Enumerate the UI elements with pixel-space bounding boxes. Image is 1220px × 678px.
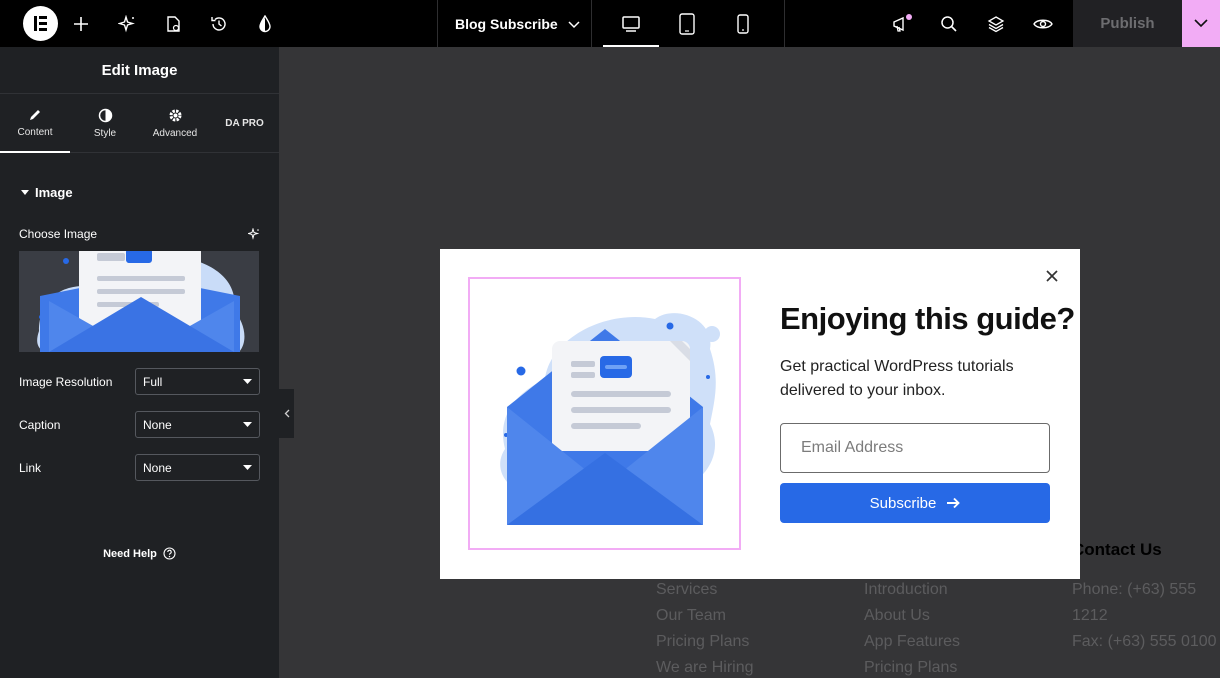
question-circle-icon	[163, 547, 176, 560]
page-settings-icon[interactable]	[150, 0, 196, 47]
gear-icon	[169, 109, 181, 121]
caption-control: Caption None	[19, 411, 260, 438]
footer-link[interactable]: Our Team	[656, 603, 754, 629]
subscribe-popup: Enjoying this guide? Get practical WordP…	[440, 249, 1080, 579]
email-placeholder: Email Address	[801, 439, 904, 456]
footer-contact-col: Phone: (+63) 555 1212 Fax: (+63) 555 010…	[1072, 577, 1220, 655]
page-selector[interactable]: Blog Subscribe	[437, 0, 592, 47]
section-toggle[interactable]: Image	[21, 185, 260, 200]
caption-select[interactable]: None	[135, 411, 260, 438]
chevron-down-icon	[1194, 19, 1208, 28]
arrow-right-icon	[947, 497, 961, 509]
popup-description: Get practical WordPress tutorials delive…	[780, 358, 1014, 399]
footer-link[interactable]: App Features	[864, 629, 960, 655]
tablet-view-button[interactable]	[659, 0, 715, 47]
image-thumbnail[interactable]	[19, 251, 259, 352]
choose-image-row: Choose Image	[19, 227, 260, 241]
publish-options-button[interactable]	[1182, 0, 1220, 47]
footer-link[interactable]: Pricing Plans	[864, 655, 960, 678]
top-bar: Blog Subscribe Publish	[0, 0, 1220, 47]
control-label: Link	[19, 460, 42, 475]
chevron-down-icon	[568, 16, 580, 32]
tab-advanced-label: Advanced	[152, 127, 198, 139]
choose-image-label: Choose Image	[19, 227, 98, 241]
tab-content-label: Content	[17, 127, 53, 138]
subscribe-label: Subscribe	[869, 494, 937, 512]
mobile-icon	[737, 13, 749, 34]
caret-down-icon	[243, 464, 252, 470]
tab-da-pro[interactable]: DA PRO	[210, 94, 279, 152]
mobile-view-button[interactable]	[715, 0, 771, 47]
section-title: Image	[35, 185, 73, 200]
collapse-panel-button[interactable]	[279, 389, 294, 438]
tab-style-label: Style	[93, 127, 117, 139]
notifications-megaphone-icon[interactable]	[878, 0, 925, 47]
elementor-logo-icon[interactable]	[23, 6, 58, 41]
email-field[interactable]: Email Address	[780, 423, 1050, 473]
desktop-view-button[interactable]	[603, 0, 659, 47]
popup-heading: Enjoying this guide?	[780, 301, 1075, 336]
tab-da-pro-label: DA PRO	[225, 117, 264, 129]
footer-link[interactable]: Pricing Plans	[656, 629, 754, 655]
footer-link[interactable]: Introduction	[864, 577, 960, 603]
half-circle-icon	[98, 108, 112, 122]
select-value: None	[143, 417, 172, 432]
select-value: None	[143, 460, 172, 475]
footer-contact-line: 1212	[1072, 607, 1108, 624]
select-value: Full	[143, 374, 163, 389]
tab-style[interactable]: Style	[70, 94, 140, 152]
tablet-icon	[679, 12, 695, 35]
footer-link[interactable]: About Us	[864, 603, 960, 629]
footer-link[interactable]: Services	[656, 577, 754, 603]
ai-sparkle-icon[interactable]	[248, 228, 260, 240]
control-label: Caption	[19, 417, 61, 432]
image-resolution-control: Image Resolution Full	[19, 368, 260, 395]
footer-contact-heading: Contact Us	[1072, 540, 1162, 559]
help-label: Need Help	[103, 547, 157, 560]
footer-links-col-2: Introduction About Us App Features Prici…	[864, 577, 960, 678]
panel-title: Edit Image	[0, 47, 279, 94]
page-name: Blog Subscribe	[455, 15, 558, 32]
footer-contact-line: Fax: (+63) 555 0100	[1072, 633, 1217, 650]
structure-layers-icon[interactable]	[972, 0, 1019, 47]
footer-link[interactable]: We are Hiring	[656, 655, 754, 678]
panel-tabs: Content Style Advanced DA PRO	[0, 94, 279, 153]
subscribe-button[interactable]: Subscribe	[780, 483, 1050, 523]
search-icon[interactable]	[925, 0, 972, 47]
add-element-icon[interactable]	[58, 0, 104, 47]
footer-links-col-1: Services Our Team Pricing Plans We are H…	[656, 577, 754, 678]
responsive-mode-switcher	[592, 0, 785, 47]
desktop-icon	[622, 15, 640, 32]
tab-advanced[interactable]: Advanced	[140, 94, 210, 152]
history-icon[interactable]	[196, 0, 242, 47]
caret-down-icon	[21, 189, 29, 195]
image-resolution-select[interactable]: Full	[135, 368, 260, 395]
link-select[interactable]: None	[135, 454, 260, 481]
link-control: Link None	[19, 454, 260, 481]
envelope-illustration	[499, 312, 720, 525]
footer-contact-line: Phone: (+63) 555	[1072, 581, 1197, 598]
close-icon[interactable]	[1043, 267, 1061, 285]
need-help-link[interactable]: Need Help	[0, 547, 279, 560]
preview-eye-icon[interactable]	[1019, 0, 1066, 47]
editor-panel: Edit Image Content Style Advanced DA PRO…	[0, 47, 279, 678]
tab-content[interactable]: Content	[0, 94, 70, 153]
site-settings-drop-icon[interactable]	[242, 0, 288, 47]
publish-button[interactable]: Publish	[1073, 0, 1182, 47]
caret-down-icon	[243, 378, 252, 384]
toolbar-right: Publish	[878, 0, 1220, 47]
popup-image-widget[interactable]	[468, 277, 741, 550]
caret-down-icon	[243, 421, 252, 427]
ai-sparkle-icon[interactable]	[104, 0, 150, 47]
control-label: Image Resolution	[19, 374, 113, 389]
chevron-left-icon	[284, 409, 289, 418]
toolbar-left	[0, 0, 437, 47]
image-section: Image Choose Image Image Resolution Full…	[0, 185, 279, 481]
pencil-icon	[30, 110, 40, 120]
